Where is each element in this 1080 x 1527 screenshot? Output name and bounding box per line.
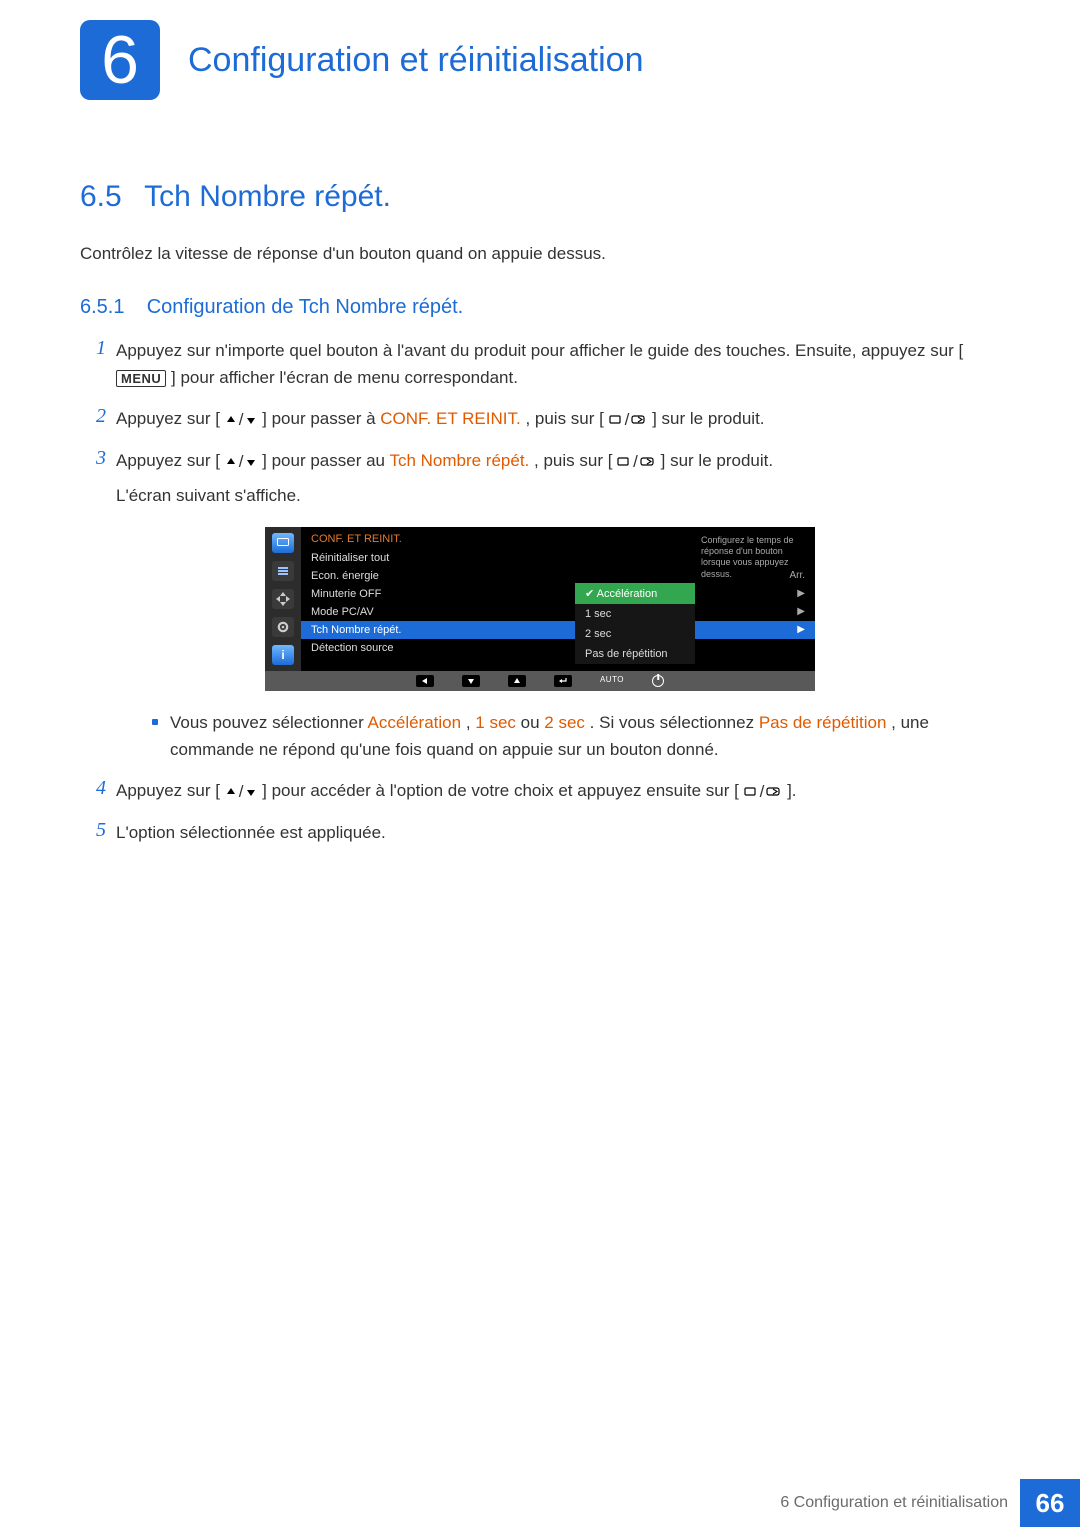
arrows-icon	[272, 589, 294, 609]
monitor-icon	[272, 533, 294, 553]
step-text: Appuyez sur [ / ] pour passer à CONF. ET…	[116, 405, 765, 433]
section-number: 6.5	[80, 180, 122, 213]
power-icon	[652, 675, 664, 687]
bullet-dot-icon	[152, 719, 158, 725]
footer-page-number: 66	[1020, 1479, 1080, 1527]
down-arrow-icon	[462, 675, 480, 687]
highlight-pasderepetition: Pas de répétition	[759, 713, 887, 732]
list-icon	[272, 561, 294, 581]
info-icon: i	[272, 645, 294, 665]
osd-screenshot: i CONF. ET REINIT. Réinitialiser tout Ec…	[265, 527, 815, 691]
display-source-icon: /	[744, 778, 783, 805]
osd-item-mode: Mode PC/AV▶	[301, 603, 815, 621]
osd-option-1sec: 1 sec	[575, 604, 695, 624]
page-footer: 6 Configuration et réinitialisation 66	[0, 1479, 1080, 1527]
chapter-number-badge: 6	[80, 20, 160, 100]
step-text: L'option sélectionnée est appliquée.	[116, 819, 386, 846]
text: Appuyez sur [	[116, 781, 220, 800]
section-intro: Contrôlez la vitesse de réponse d'un bou…	[80, 244, 1000, 264]
bullet-text: Vous pouvez sélectionner Accélération , …	[170, 709, 1000, 763]
section-heading: 6.5 Tch Nombre répét.	[80, 180, 1000, 214]
text: Appuyez sur [	[116, 409, 220, 428]
left-arrow-icon	[416, 675, 434, 687]
section-title: Tch Nombre répét.	[144, 180, 391, 213]
step-text: Appuyez sur [ / ] pour accéder à l'optio…	[116, 777, 797, 805]
step-5: 5 L'option sélectionnée est appliquée.	[80, 819, 1000, 846]
step-text: Appuyez sur [ / ] pour passer au Tch Nom…	[116, 447, 773, 508]
menu-key-icon: MENU	[116, 370, 166, 387]
step-2: 2 Appuyez sur [ / ] pour passer à CONF. …	[80, 405, 1000, 433]
page-content: 6.5 Tch Nombre répét. Contrôlez la vites…	[0, 100, 1080, 846]
osd-item-timer: Minuterie OFF▶	[301, 585, 815, 603]
step-3: 3 Appuyez sur [ / ] pour passer au Tch N…	[80, 447, 1000, 508]
chapter-title: Configuration et réinitialisation	[188, 41, 643, 80]
display-source-icon: /	[617, 448, 656, 475]
text: , puis sur [	[525, 409, 603, 428]
up-down-arrows-icon: /	[225, 448, 258, 475]
bullet-block: Vous pouvez sélectionner Accélération , …	[152, 709, 1000, 763]
subsection-number: 6.5.1	[80, 296, 124, 318]
osd-sidebar: i	[265, 527, 301, 671]
text: ] sur le produit.	[661, 451, 773, 470]
step-number: 3	[80, 447, 106, 470]
up-down-arrows-icon: /	[225, 778, 258, 805]
gear-icon	[272, 617, 294, 637]
text: ].	[787, 781, 796, 800]
highlight-tch-repet: Tch Nombre répét.	[389, 451, 529, 470]
step-number: 4	[80, 777, 106, 800]
osd-bottom-bar: AUTO	[265, 671, 815, 691]
footer-chapter-label: 6 Configuration et réinitialisation	[780, 1494, 1008, 1512]
highlight-acceleration: Accélération	[368, 713, 462, 732]
osd-item-detect: Détection source	[301, 639, 815, 657]
up-arrow-icon	[508, 675, 526, 687]
display-source-icon: /	[609, 406, 648, 433]
text: ] sur le produit.	[652, 409, 764, 428]
text: ] pour passer à	[262, 409, 380, 428]
text: Appuyez sur [	[116, 451, 220, 470]
osd-option-acceleration: ✔ Accélération	[575, 583, 695, 604]
text: Appuyez sur n'importe quel bouton à l'av…	[116, 341, 963, 360]
step-number: 2	[80, 405, 106, 428]
step-1: 1 Appuyez sur n'importe quel bouton à l'…	[80, 337, 1000, 391]
subsection-title: Configuration de Tch Nombre répét.	[147, 296, 463, 318]
osd-option-2sec: 2 sec	[575, 624, 695, 644]
bullet-item: Vous pouvez sélectionner Accélération , …	[152, 709, 1000, 763]
osd-help-text: Configurez le temps de réponse d'un bout…	[701, 535, 809, 580]
step-text: Appuyez sur n'importe quel bouton à l'av…	[116, 337, 1000, 391]
highlight-2sec: 2 sec	[544, 713, 585, 732]
auto-button-label: AUTO	[600, 675, 624, 687]
step-list: 1 Appuyez sur n'importe quel bouton à l'…	[80, 337, 1000, 846]
osd-item-repeat-selected: Tch Nombre répét.▶	[301, 621, 815, 639]
text: , puis sur [	[534, 451, 612, 470]
highlight-1sec: 1 sec	[475, 713, 516, 732]
osd-option-norepeat: Pas de répétition	[575, 644, 695, 664]
enter-icon	[554, 675, 572, 687]
step-number: 1	[80, 337, 106, 360]
page-header: 6 Configuration et réinitialisation	[0, 0, 1080, 100]
osd-submenu: ✔ Accélération 1 sec 2 sec Pas de répéti…	[575, 583, 695, 664]
step-number: 5	[80, 819, 106, 842]
subsection-heading: 6.5.1 Configuration de Tch Nombre répét.	[80, 296, 1000, 319]
highlight-conf-reinit: CONF. ET REINIT.	[380, 409, 520, 428]
text: ] pour passer au	[262, 451, 389, 470]
text: ] pour accéder à l'option de votre choix…	[262, 781, 739, 800]
step-4: 4 Appuyez sur [ / ] pour accéder à l'opt…	[80, 777, 1000, 805]
text: ] pour afficher l'écran de menu correspo…	[171, 368, 518, 387]
text: L'écran suivant s'affiche.	[116, 486, 301, 505]
up-down-arrows-icon: /	[225, 406, 258, 433]
